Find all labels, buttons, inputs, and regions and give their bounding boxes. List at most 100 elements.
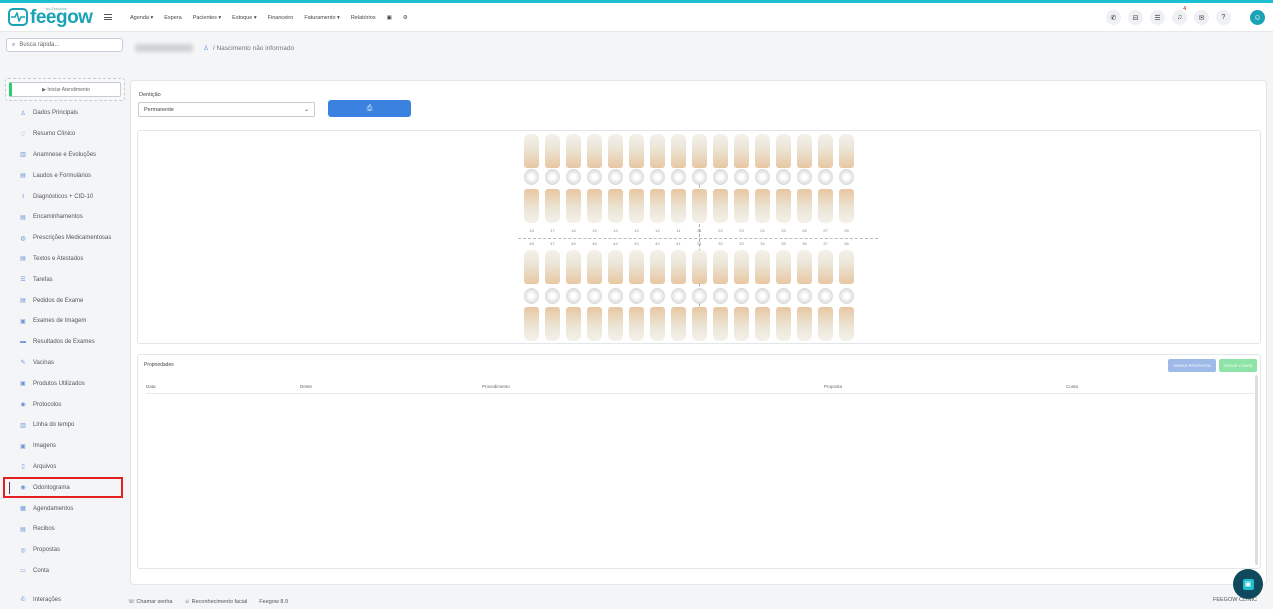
lower-occlusal-tooth[interactable] [587, 288, 602, 304]
lower-lingual-tooth[interactable] [818, 250, 833, 284]
lower-occlusal-tooth[interactable] [839, 288, 854, 304]
sidebar-item-vacinas[interactable]: ✎ Vacinas [5, 353, 125, 374]
lower-lingual-tooth[interactable] [797, 250, 812, 284]
upper-occlusal-tooth[interactable] [713, 169, 728, 185]
lower-lingual-tooth[interactable] [629, 250, 644, 284]
menu-settings-icon[interactable]: ⚙ [403, 15, 408, 21]
upper-buccal-tooth[interactable] [839, 134, 854, 168]
sidebar-item-resultados-de-exames[interactable]: ▬ Resultados de Exames [5, 332, 125, 353]
hamburger-menu-icon[interactable] [104, 14, 112, 20]
lower-buccal-tooth[interactable] [629, 307, 644, 341]
lower-buccal-tooth[interactable] [797, 307, 812, 341]
sidebar-item-propostas[interactable]: ◎ Propostas [5, 540, 125, 561]
upper-lingual-tooth[interactable] [566, 189, 581, 223]
upper-buccal-tooth[interactable] [566, 134, 581, 168]
lower-occlusal-tooth[interactable] [608, 288, 623, 304]
lower-lingual-tooth[interactable] [713, 250, 728, 284]
dentition-select[interactable]: Permanente ⌄ [138, 102, 315, 117]
menu-relatorios[interactable]: Relatórios [351, 15, 376, 21]
sidebar-item-recibos[interactable]: ▤ Recibos [5, 519, 125, 540]
lower-buccal-tooth[interactable] [566, 307, 581, 341]
sidebar-item-exames-de-imagem[interactable]: ▣ Exames de Imagem [5, 311, 125, 332]
sidebar-item-resumo-cl-nico[interactable]: ♡ Resumo Clínico [5, 124, 125, 145]
sidebar-item-anamnese-e-evolu-es[interactable]: ▥ Anamnese e Evoluções [5, 145, 125, 166]
sidebar-item-agendamentos[interactable]: ▦ Agendamentos [5, 498, 125, 519]
upper-buccal-tooth[interactable] [755, 134, 770, 168]
upper-occlusal-tooth[interactable] [839, 169, 854, 185]
inbox-icon[interactable]: ⊟ [1128, 10, 1143, 25]
lower-lingual-tooth[interactable] [839, 250, 854, 284]
chat-icon[interactable]: ✉ [1194, 10, 1209, 25]
upper-lingual-tooth[interactable] [545, 189, 560, 223]
upper-buccal-tooth[interactable] [818, 134, 833, 168]
lower-buccal-tooth[interactable] [713, 307, 728, 341]
lower-lingual-tooth[interactable] [545, 250, 560, 284]
lower-occlusal-tooth[interactable] [692, 288, 707, 304]
upper-buccal-tooth[interactable] [608, 134, 623, 168]
upper-lingual-tooth[interactable] [839, 189, 854, 223]
lower-lingual-tooth[interactable] [608, 250, 623, 284]
generate-account-button[interactable]: GERAR CONTA [1219, 359, 1257, 372]
upper-buccal-tooth[interactable] [734, 134, 749, 168]
upper-buccal-tooth[interactable] [776, 134, 791, 168]
upper-occlusal-tooth[interactable] [755, 169, 770, 185]
sidebar-item-protocolos[interactable]: ◉ Protocolos [5, 394, 125, 415]
sidebar-item-dados-principais[interactable]: ♙ Dados Principais [5, 103, 125, 124]
sidebar-item-interacoes[interactable]: ✆ Interações [5, 590, 125, 609]
upper-buccal-tooth[interactable] [587, 134, 602, 168]
lower-lingual-tooth[interactable] [734, 250, 749, 284]
sidebar-item-arquivos[interactable]: ▯ Arquivos [5, 457, 125, 478]
upper-lingual-tooth[interactable] [671, 189, 686, 223]
lower-buccal-tooth[interactable] [839, 307, 854, 341]
upper-lingual-tooth[interactable] [818, 189, 833, 223]
sidebar-item-laudos-e-formul-rios[interactable]: ▤ Laudos e Formulários [5, 165, 125, 186]
upper-occlusal-tooth[interactable] [524, 169, 539, 185]
lower-occlusal-tooth[interactable] [734, 288, 749, 304]
lower-buccal-tooth[interactable] [776, 307, 791, 341]
menu-agenda[interactable]: Agenda ▾ [130, 15, 153, 21]
lower-buccal-tooth[interactable] [755, 307, 770, 341]
print-button[interactable]: ⎙ [328, 100, 411, 117]
upper-occlusal-tooth[interactable] [734, 169, 749, 185]
sidebar-item-prescri-es-medicamentosas[interactable]: ◍ Prescrições Medicamentosas [5, 228, 125, 249]
lower-occlusal-tooth[interactable] [776, 288, 791, 304]
lower-lingual-tooth[interactable] [776, 250, 791, 284]
sidebar-item-imagens[interactable]: ▣ Imagens [5, 436, 125, 457]
sidebar-item-linha-do-tempo[interactable]: ▥ Linha do tempo [5, 415, 125, 436]
menu-espera[interactable]: Espera [164, 15, 181, 21]
lower-lingual-tooth[interactable] [650, 250, 665, 284]
upper-buccal-tooth[interactable] [629, 134, 644, 168]
brand-logo[interactable]: feegow by Zendocs [8, 6, 108, 27]
lower-occlusal-tooth[interactable] [671, 288, 686, 304]
upper-lingual-tooth[interactable] [797, 189, 812, 223]
upper-lingual-tooth[interactable] [650, 189, 665, 223]
upper-buccal-tooth[interactable] [671, 134, 686, 168]
upper-lingual-tooth[interactable] [734, 189, 749, 223]
scrollbar[interactable] [1255, 375, 1258, 565]
bell-icon[interactable]: ♫ 4 [1172, 6, 1187, 25]
menu-database-icon[interactable]: ▣ [387, 15, 392, 21]
upper-buccal-tooth[interactable] [692, 134, 707, 168]
start-attendance-button[interactable]: ▶ Iniciar Atendimento [9, 82, 121, 97]
upper-buccal-tooth[interactable] [524, 134, 539, 168]
upper-occlusal-tooth[interactable] [818, 169, 833, 185]
upper-occlusal-tooth[interactable] [566, 169, 581, 185]
upper-buccal-tooth[interactable] [650, 134, 665, 168]
upper-occlusal-tooth[interactable] [650, 169, 665, 185]
list-icon[interactable]: ☰ [1150, 10, 1165, 25]
lower-occlusal-tooth[interactable] [713, 288, 728, 304]
phone-icon[interactable]: ✆ [1106, 10, 1121, 25]
sidebar-item-odontograma[interactable]: ◉ Odontograma [3, 477, 123, 499]
upper-buccal-tooth[interactable] [545, 134, 560, 168]
lower-lingual-tooth[interactable] [524, 250, 539, 284]
lower-buccal-tooth[interactable] [818, 307, 833, 341]
lower-buccal-tooth[interactable] [650, 307, 665, 341]
lower-occlusal-tooth[interactable] [797, 288, 812, 304]
upper-lingual-tooth[interactable] [629, 189, 644, 223]
upper-lingual-tooth[interactable] [587, 189, 602, 223]
upper-occlusal-tooth[interactable] [587, 169, 602, 185]
upper-lingual-tooth[interactable] [692, 189, 707, 223]
lower-lingual-tooth[interactable] [755, 250, 770, 284]
face-recognition-link[interactable]: ☺ Reconhecimento facial [184, 599, 253, 605]
lower-buccal-tooth[interactable] [734, 307, 749, 341]
